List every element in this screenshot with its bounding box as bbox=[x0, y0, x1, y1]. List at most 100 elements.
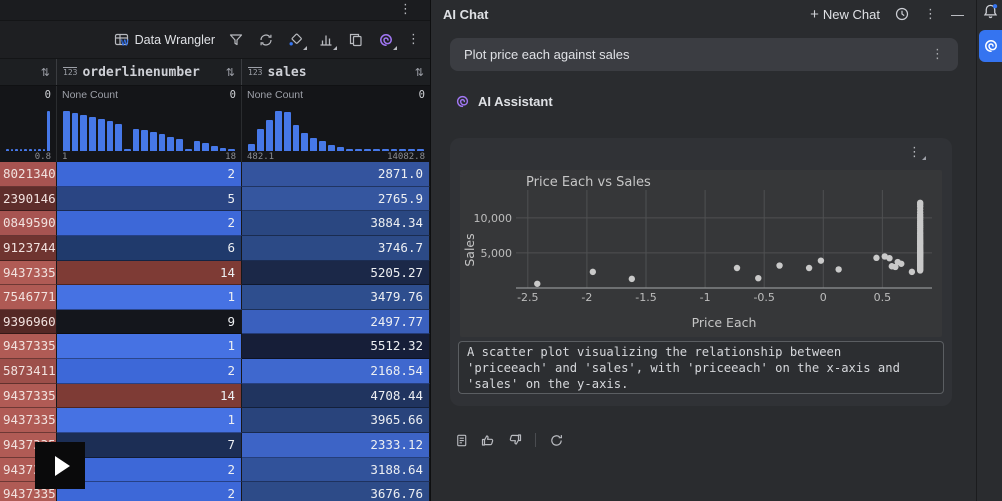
table-cell[interactable]: 5 bbox=[57, 187, 242, 212]
minimize-icon[interactable]: — bbox=[951, 8, 964, 21]
toolbar-more-icon[interactable]: ⋮ bbox=[407, 33, 420, 46]
histogram-bar bbox=[115, 124, 122, 151]
table-cell[interactable]: 91237449 bbox=[0, 236, 57, 261]
column-name: orderlinenumber bbox=[82, 65, 220, 80]
histogram-bar bbox=[141, 130, 148, 151]
column-header-hidden[interactable]: ⇅ bbox=[0, 59, 57, 85]
table-cell[interactable]: 5205.27 bbox=[242, 261, 430, 286]
sort-icon[interactable]: ⇅ bbox=[41, 66, 50, 79]
refresh-icon[interactable] bbox=[257, 31, 275, 49]
table-cell[interactable]: 2871.0 bbox=[242, 162, 430, 187]
table-row: 94373356144708.44 bbox=[0, 384, 430, 409]
color-scale-icon[interactable] bbox=[287, 31, 305, 49]
chart-icon[interactable] bbox=[317, 31, 335, 49]
table-cell[interactable]: 93969604 bbox=[0, 310, 57, 335]
table-cell[interactable]: 14 bbox=[57, 384, 242, 409]
histogram-bar bbox=[293, 125, 300, 151]
table-header-row: ⇅ 123 orderlinenumber ⇅ 123 sales ⇅ bbox=[0, 59, 430, 86]
notifications-bell-icon[interactable] bbox=[982, 3, 999, 23]
table-row: 9396960492497.77 bbox=[0, 310, 430, 335]
table-cell[interactable]: 23901462 bbox=[0, 187, 57, 212]
histogram-bar bbox=[257, 129, 264, 151]
sort-icon[interactable]: ⇅ bbox=[415, 66, 424, 79]
table-cell[interactable]: 1 bbox=[57, 285, 242, 310]
table-cell[interactable]: 2 bbox=[57, 211, 242, 236]
table-cell[interactable]: 94373356 bbox=[0, 408, 57, 433]
svg-text:Price Each vs Sales: Price Each vs Sales bbox=[526, 175, 651, 190]
new-chat-button[interactable]: + New Chat bbox=[810, 7, 880, 22]
svg-text:10,000: 10,000 bbox=[474, 212, 513, 225]
table-cell[interactable]: 58734114 bbox=[0, 359, 57, 384]
table-cell[interactable]: 3479.76 bbox=[242, 285, 430, 310]
table-cell[interactable]: 94373356 bbox=[0, 261, 57, 286]
histogram-bar bbox=[47, 111, 50, 151]
histogram bbox=[62, 104, 236, 151]
table-cell[interactable]: 94373356 bbox=[0, 334, 57, 359]
divider bbox=[535, 433, 536, 447]
svg-text:-1.5: -1.5 bbox=[635, 291, 656, 304]
thumbs-up-icon[interactable] bbox=[479, 431, 497, 449]
table-cell[interactable]: 2168.54 bbox=[242, 359, 430, 384]
dropdown-corner bbox=[333, 46, 337, 50]
table-row: 94373356145205.27 bbox=[0, 261, 430, 286]
new-chat-label: New Chat bbox=[823, 7, 880, 22]
ai-chat-panel: AI Chat + New Chat ⋮ — Plot price each a… bbox=[431, 0, 976, 501]
filter-icon[interactable] bbox=[227, 31, 245, 49]
table-cell[interactable]: 75467719 bbox=[0, 285, 57, 310]
column-header-orderlinenumber[interactable]: 123 orderlinenumber ⇅ bbox=[57, 59, 242, 85]
table-cell[interactable]: 3676.76 bbox=[242, 482, 430, 501]
histogram-bar bbox=[63, 111, 70, 151]
histogram-bar bbox=[80, 115, 87, 151]
video-play-button[interactable] bbox=[35, 442, 85, 489]
column-stats-hidden: 0 0.8 bbox=[0, 86, 57, 163]
sort-icon[interactable]: ⇅ bbox=[226, 66, 235, 79]
copy-icon[interactable] bbox=[347, 31, 365, 49]
table-cell[interactable]: 2 bbox=[57, 162, 242, 187]
table-cell[interactable]: 2765.9 bbox=[242, 187, 430, 212]
table-cell[interactable]: 1 bbox=[57, 334, 242, 359]
chat-more-icon[interactable]: ⋮ bbox=[924, 8, 937, 21]
table-cell[interactable]: 3884.34 bbox=[242, 211, 430, 236]
svg-text:-2.5: -2.5 bbox=[517, 291, 538, 304]
table-cell[interactable]: 3965.66 bbox=[242, 408, 430, 433]
table-cell[interactable]: 2333.12 bbox=[242, 433, 430, 458]
ai-chat-tool-button[interactable] bbox=[979, 30, 1002, 62]
data-wrangler-logo: W Data Wrangler bbox=[114, 32, 215, 48]
table-cell[interactable]: 5512.32 bbox=[242, 334, 430, 359]
table-cell[interactable]: 2497.77 bbox=[242, 310, 430, 335]
app-window: ⋮ W Data Wrangler bbox=[0, 0, 1002, 501]
history-icon[interactable] bbox=[894, 6, 910, 22]
ai-actions-icon[interactable] bbox=[377, 31, 395, 49]
table-row: 0849590923884.34 bbox=[0, 211, 430, 236]
table-row: 9437335615512.32 bbox=[0, 334, 430, 359]
user-message-bubble[interactable]: Plot price each against sales ⋮ bbox=[450, 38, 958, 71]
histogram-bar bbox=[72, 113, 79, 151]
table-cell[interactable]: 3746.7 bbox=[242, 236, 430, 261]
card-more-icon[interactable]: ⋮ bbox=[908, 146, 926, 160]
histogram-bar bbox=[266, 120, 273, 151]
histogram-bar bbox=[133, 129, 140, 151]
plus-icon: + bbox=[810, 7, 819, 22]
histogram-bar bbox=[301, 133, 308, 151]
histogram-bar bbox=[159, 134, 166, 151]
table-cell[interactable]: 08495909 bbox=[0, 211, 57, 236]
retry-icon[interactable] bbox=[547, 431, 565, 449]
table-cell[interactable]: 6 bbox=[57, 236, 242, 261]
toolbar-title: Data Wrangler bbox=[135, 33, 215, 47]
table-cell[interactable]: 4708.44 bbox=[242, 384, 430, 409]
message-more-icon[interactable]: ⋮ bbox=[931, 48, 944, 61]
table-cell[interactable]: 9 bbox=[57, 310, 242, 335]
scatter-chart: -2.5-2-1.5-1-0.500.55,00010,000Price Eac… bbox=[460, 170, 942, 337]
table-cell[interactable]: 14 bbox=[57, 261, 242, 286]
table-cell[interactable]: 80213408 bbox=[0, 162, 57, 187]
editor-more-icon[interactable]: ⋮ bbox=[399, 3, 412, 16]
thumbs-down-icon[interactable] bbox=[506, 431, 524, 449]
table-cell[interactable]: 1 bbox=[57, 408, 242, 433]
histogram bbox=[5, 104, 51, 151]
column-header-sales[interactable]: 123 sales ⇅ bbox=[242, 59, 430, 85]
table-cell[interactable]: 2 bbox=[57, 359, 242, 384]
copy-response-icon[interactable] bbox=[452, 431, 470, 449]
table-cell[interactable]: 3188.64 bbox=[242, 458, 430, 483]
right-tool-strip bbox=[976, 0, 1002, 501]
table-cell[interactable]: 94373356 bbox=[0, 384, 57, 409]
